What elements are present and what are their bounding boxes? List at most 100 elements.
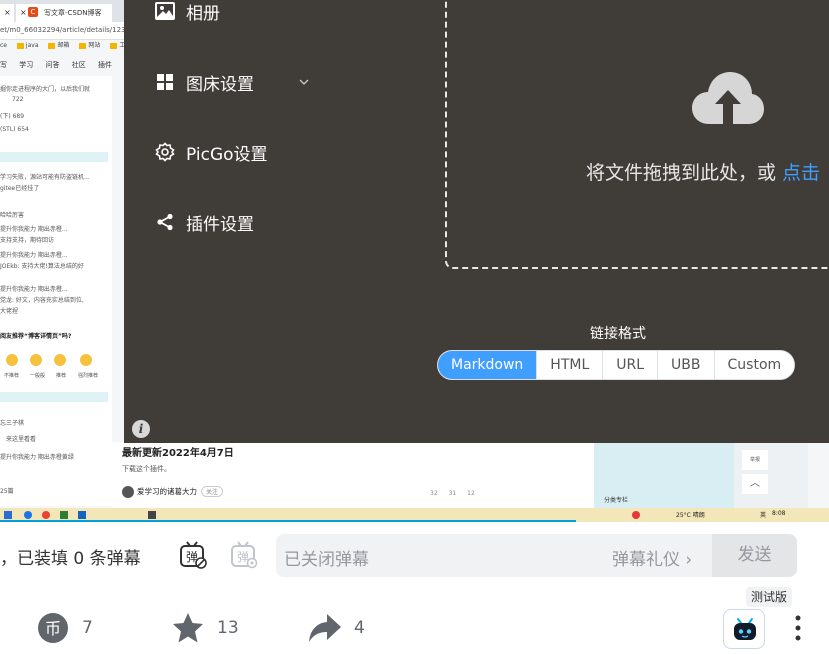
share-count: 4 [354, 618, 365, 638]
sidebar-line: gitee已经挂了 [0, 185, 40, 192]
sidebar-line: 来这里看看 [6, 436, 37, 443]
site-nav-item[interactable]: 社区 [72, 61, 86, 69]
nav-label: 图床设置 [186, 74, 254, 95]
column-label: 分类专栏 [604, 497, 629, 504]
danmaku-input[interactable]: 已关闭弹幕 弹幕礼仪 › [276, 534, 712, 577]
format-option-custom[interactable]: Custom [713, 351, 795, 379]
article-title[interactable]: 最新更新2022年4月7日 [122, 444, 234, 459]
tray-app-icon[interactable] [632, 511, 640, 519]
csdn-logo-icon: C [28, 7, 38, 17]
comment-count[interactable]: 31 [449, 490, 457, 497]
section-banner [0, 152, 108, 162]
nav-item-picgo-settings[interactable]: PicGo设置 [154, 137, 268, 167]
sidebar-line: 提升你我能力 期出赤橙... [0, 226, 68, 233]
article-stats: 32 31 12 [430, 490, 484, 497]
emoji-icon[interactable] [30, 354, 42, 366]
avatar[interactable] [122, 486, 134, 498]
click-upload-link[interactable]: 点击 [782, 162, 820, 184]
upload-drop-zone[interactable] [445, 0, 829, 269]
format-option-url[interactable]: URL [602, 351, 657, 379]
more-options-icon[interactable] [788, 614, 808, 642]
favorite-count: 13 [217, 618, 239, 638]
site-nav-item[interactable]: 插件 [98, 61, 112, 69]
danmaku-placeholder: 已关闭弹幕 [284, 550, 369, 570]
sidebar-line: (下) 689 [0, 113, 25, 120]
share-button[interactable]: 4 [308, 610, 365, 646]
sidebar-line: 支持支持，期待回访 [0, 237, 55, 244]
emoji-icon[interactable] [6, 354, 18, 366]
sidebar-line: 提升你我能力 期出赤橙... [0, 286, 68, 293]
ai-assistant-button[interactable] [723, 609, 765, 649]
site-nav-item[interactable]: 写 [0, 61, 7, 69]
coin-button[interactable]: 币 7 [36, 610, 93, 646]
app-icon[interactable] [60, 511, 68, 519]
like-count[interactable]: 32 [430, 490, 438, 497]
format-option-html[interactable]: HTML [536, 351, 602, 379]
report-button[interactable]: 举报 [742, 450, 768, 470]
sidebar-line: (STL) 654 [0, 126, 29, 133]
format-option-ubb[interactable]: UBB [657, 351, 713, 379]
article-excerpt: 下载这个插件。 [122, 465, 171, 473]
folder-icon [16, 42, 24, 49]
chevron-down-icon[interactable] [298, 76, 310, 88]
author-name[interactable]: 爱学习的诸葛大力 [137, 487, 197, 496]
url-text: et/m0_66032294/article/details/123928 [0, 26, 139, 34]
nav-item-plugin-settings[interactable]: 插件设置 [154, 207, 254, 237]
link-format-label: 链接格式 [590, 326, 646, 342]
browser-tab[interactable]: × [0, 4, 14, 22]
app-icon[interactable] [42, 511, 50, 519]
survey-option[interactable]: 强烈推荐 [78, 372, 98, 379]
follow-button[interactable]: 关注 [201, 486, 224, 497]
tab-close-icon[interactable]: × [20, 8, 27, 17]
sidebar-line: JOEkb: 支持大佬!算法总结的好 [0, 263, 84, 270]
bookmark[interactable]: java [16, 42, 39, 49]
survey-option[interactable]: 一般般 [30, 372, 45, 379]
image-icon [154, 0, 176, 22]
send-button[interactable]: 发送 [712, 534, 797, 577]
app-icon[interactable] [148, 511, 156, 519]
tab-label: 写文章-CSDN博客 [44, 9, 102, 17]
sidebar-line: 学习失败，源站可能有防盗链机... [0, 174, 90, 181]
start-icon[interactable] [4, 511, 12, 519]
format-option-markdown[interactable]: Markdown [438, 351, 537, 379]
video-progress-bar[interactable] [0, 520, 576, 522]
back-to-top-icon[interactable]: ︿ [742, 474, 768, 494]
info-icon[interactable]: i [132, 420, 150, 438]
danmaku-toggle-icon[interactable]: 弹 [178, 540, 208, 570]
beta-badge: 测试版 [746, 587, 793, 607]
tray-weather[interactable]: 25°C 晴朗 [676, 510, 705, 519]
favorite-count[interactable]: 12 [467, 490, 475, 497]
share-arrow-icon [308, 611, 342, 645]
coin-count: 7 [82, 618, 93, 638]
favorite-button[interactable]: 13 [171, 610, 239, 646]
survey-option[interactable]: 不推荐 [4, 372, 19, 379]
bookmark[interactable]: ce [0, 42, 7, 49]
tray-time[interactable]: 8:08 [772, 510, 785, 517]
nav-label: 插件设置 [186, 214, 254, 235]
browser-tab[interactable]: × C 写文章-CSDN博客 [16, 4, 112, 22]
tray-ime[interactable]: 英 [760, 510, 766, 519]
danmaku-settings-icon[interactable]: 弹 [229, 540, 259, 570]
sidebar-line: 722 [12, 96, 24, 103]
survey-option[interactable]: 推荐 [56, 372, 66, 379]
upload-hint: 将文件拖拽到此处，或 点击 [586, 158, 820, 185]
emoji-icon[interactable] [54, 354, 66, 366]
folder-icon [79, 42, 87, 49]
bookmark[interactable]: 邮箱 [48, 42, 69, 49]
site-nav-item[interactable]: 问答 [45, 61, 59, 69]
coin-icon: 币 [36, 611, 70, 645]
browser-icon[interactable] [24, 511, 32, 519]
sidebar-line: 哈哈厉害 [0, 212, 25, 219]
grid-icon [154, 71, 176, 93]
nav-item-bed-settings[interactable]: 图床设置 [154, 67, 310, 97]
danmaku-etiquette-link[interactable]: 弹幕礼仪 › [612, 545, 692, 570]
link-format-selector: Markdown HTML URL UBB Custom [437, 350, 796, 380]
app-icon[interactable] [78, 511, 86, 519]
emoji-icon[interactable] [80, 354, 92, 366]
bookmark[interactable]: 网站 [79, 42, 100, 49]
site-nav-item[interactable]: 学习 [19, 61, 33, 69]
tab-close-icon[interactable]: × [4, 8, 11, 17]
survey-question: 阅友推荐“博客详情页”吗? [0, 333, 72, 340]
sidebar-line: 提升你我能力 期出赤橙... [0, 252, 68, 259]
nav-item-album[interactable]: 相册 [154, 0, 220, 26]
